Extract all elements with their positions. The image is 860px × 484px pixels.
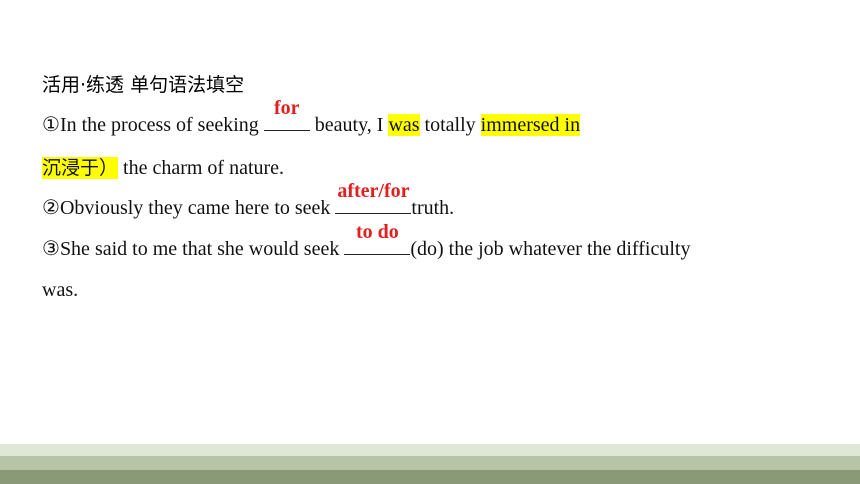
footer-band-dark bbox=[0, 470, 860, 484]
question-1-number: ① bbox=[42, 114, 60, 136]
highlight-immersed-in: immersed in bbox=[480, 114, 581, 136]
section-title: 活用·练透 单句语法填空 bbox=[42, 74, 245, 96]
question-3-text-a: She said to me that she would seek bbox=[59, 238, 345, 260]
question-1-text-b: beauty, I bbox=[309, 114, 389, 136]
question-3-answer: to do bbox=[355, 221, 399, 243]
question-2-text-a: Obviously they came here to seek bbox=[59, 197, 336, 219]
question-2-number: ② bbox=[42, 197, 60, 219]
question-3-text-b: (do) the job whatever the difficulty bbox=[410, 238, 691, 260]
question-1-line-1: ①In the process of seeking for beauty, I… bbox=[42, 97, 581, 137]
question-3-blank[interactable]: to do bbox=[344, 221, 411, 255]
question-3-number: ③ bbox=[42, 238, 60, 260]
question-1-line-2: 沉浸于） the charm of nature. bbox=[42, 153, 284, 180]
question-3-line-2: was. bbox=[42, 279, 78, 302]
highlight-chinese-gloss: 沉浸于） bbox=[42, 157, 119, 179]
footer-band-mid bbox=[0, 456, 860, 470]
highlight-was: was bbox=[388, 114, 420, 136]
question-2-line: ②Obviously they came here to seek after/… bbox=[42, 180, 455, 220]
footer-band-light bbox=[0, 444, 860, 456]
question-2-blank[interactable]: after/for bbox=[335, 180, 412, 214]
question-1-answer: for bbox=[273, 97, 300, 119]
question-1-text-c: totally bbox=[419, 114, 481, 136]
slide: 活用·练透 单句语法填空 ①In the process of seeking … bbox=[0, 0, 860, 484]
question-2-text-b: truth. bbox=[411, 197, 455, 219]
question-3-line-1: ③She said to me that she would seek to d… bbox=[42, 221, 691, 261]
question-3-text-c: was. bbox=[42, 279, 79, 301]
question-1-text-d: the charm of nature. bbox=[118, 157, 285, 179]
question-2-answer: after/for bbox=[337, 180, 410, 202]
question-1-text-a: In the process of seeking bbox=[59, 114, 264, 136]
question-1-blank[interactable]: for bbox=[263, 97, 310, 131]
